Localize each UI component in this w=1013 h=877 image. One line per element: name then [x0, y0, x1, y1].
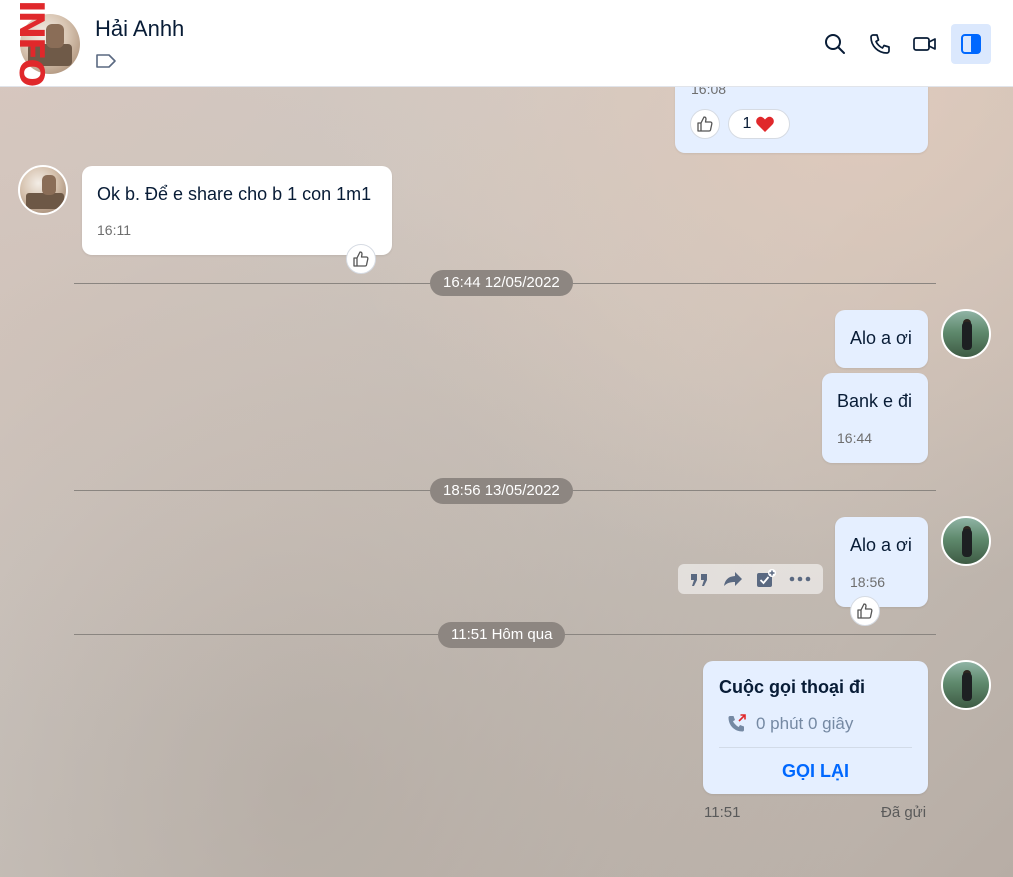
timestamp-separator: 18:56 13/05/2022	[430, 478, 573, 504]
add-task-icon[interactable]	[755, 569, 777, 589]
phone-icon	[870, 34, 890, 54]
call-card-divider	[719, 747, 912, 748]
chat-header: Hải Anhh	[0, 0, 1013, 87]
message-bubble-sent[interactable]: Alo a ơi	[835, 310, 928, 368]
contact-name[interactable]: Hải Anhh	[95, 16, 184, 42]
info-overlay-label: INFO	[11, 0, 51, 86]
call-duration: 0 phút 0 giây	[756, 714, 854, 733]
message-text: Bank e đi	[837, 391, 913, 411]
forward-icon[interactable]	[722, 570, 744, 588]
search-button[interactable]	[815, 24, 855, 64]
like-reaction-button[interactable]	[690, 109, 720, 139]
my-avatar[interactable]	[941, 309, 991, 359]
outgoing-call-icon	[728, 714, 746, 732]
message-time: 16:44	[837, 430, 873, 446]
timestamp-separator: 11:51 Hôm qua	[438, 622, 566, 648]
quote-reply-icon[interactable]	[689, 570, 711, 588]
reaction-summary[interactable]: 1	[728, 109, 790, 139]
message-text: Alo a ơi	[850, 328, 912, 348]
call-time: 11:51	[704, 804, 741, 821]
voice-call-button[interactable]	[860, 24, 900, 64]
contact-avatar-small[interactable]	[18, 165, 68, 215]
tag-icon[interactable]	[95, 52, 117, 70]
message-actions-toolbar	[678, 564, 823, 594]
call-title: Cuộc gọi thoại đi	[719, 677, 865, 697]
thumbs-up-icon	[353, 251, 369, 267]
video-icon	[913, 37, 936, 51]
toggle-info-panel-button[interactable]	[951, 24, 991, 64]
outgoing-call-card: Cuộc gọi thoại đi 0 phút 0 giây GỌI LẠI	[703, 661, 928, 794]
message-time: 16:11	[97, 222, 131, 238]
sidebar-panel-icon	[961, 34, 981, 54]
delivery-status: Đã gửi	[881, 804, 927, 821]
search-icon	[825, 34, 845, 54]
more-options-icon[interactable]	[788, 570, 812, 588]
reaction-count: 1	[742, 115, 752, 132]
message-time: 18:56	[850, 574, 886, 590]
heart-icon	[756, 116, 775, 132]
message-text: Alo a ơi	[850, 535, 912, 555]
message-text: Ok b. Để e share cho b 1 con 1m1	[97, 184, 372, 204]
my-avatar[interactable]	[941, 516, 991, 566]
video-call-button[interactable]	[905, 24, 945, 64]
thumbs-up-icon	[697, 116, 713, 132]
like-reaction-button[interactable]	[346, 244, 376, 274]
like-reaction-button[interactable]	[850, 596, 880, 626]
thumbs-up-icon	[857, 603, 873, 619]
my-avatar[interactable]	[941, 660, 991, 710]
message-bubble-sent[interactable]: Alo a ơi 18:56	[835, 517, 928, 607]
message-bubble-sent[interactable]: Bank e đi 16:44	[822, 373, 928, 463]
timestamp-separator: 16:44 12/05/2022	[430, 270, 573, 296]
message-bubble-received[interactable]: Ok b. Để e share cho b 1 con 1m1 16:11	[82, 166, 392, 255]
call-back-button[interactable]: GỌI LẠI	[703, 761, 928, 782]
